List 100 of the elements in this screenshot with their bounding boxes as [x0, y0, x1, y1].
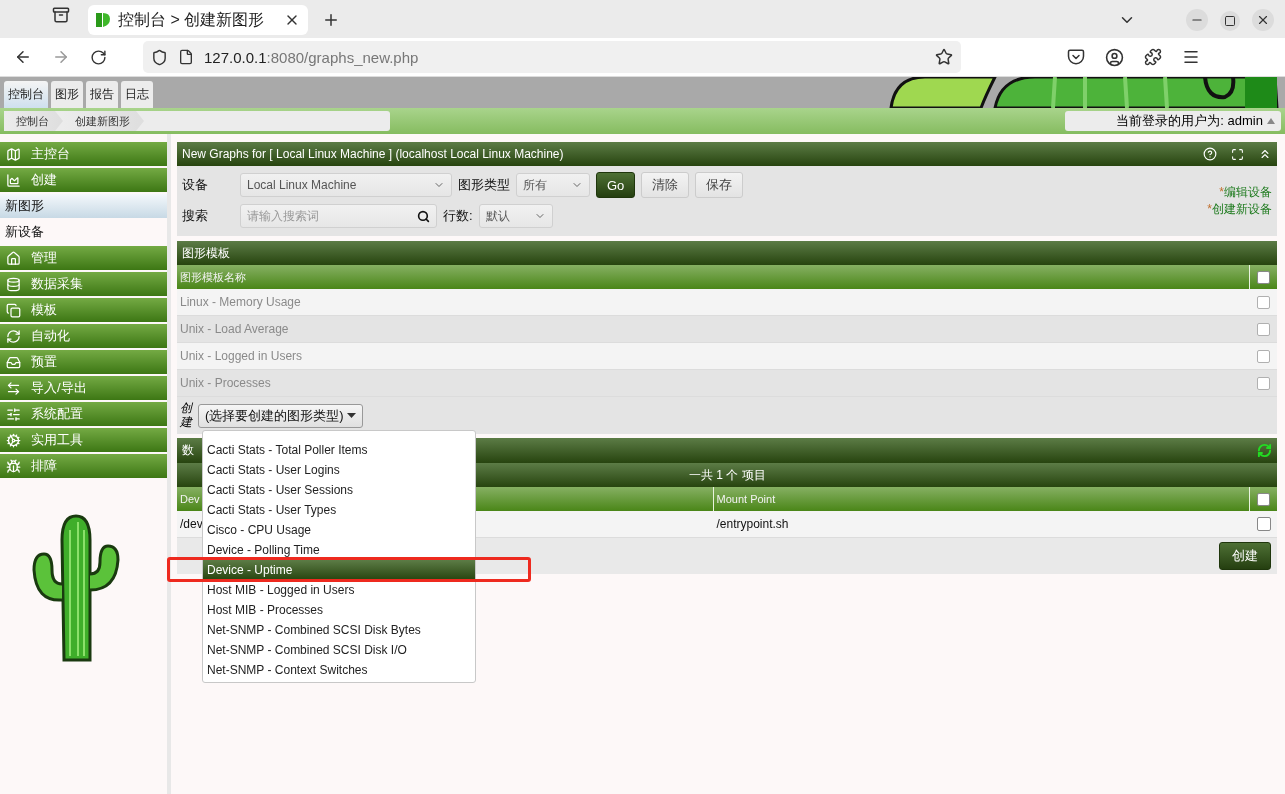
sidebar-label: 管理 — [31, 249, 57, 267]
rows-select[interactable]: 默认 — [478, 204, 553, 228]
select-all-checkbox[interactable] — [1257, 492, 1270, 506]
device-link[interactable]: *创建新设备 — [1207, 201, 1272, 218]
sidebar-section[interactable]: 模板 — [0, 298, 167, 322]
dropdown-option[interactable]: Net-SNMP - Combined SCSI Disk Bytes — [203, 620, 475, 640]
collapse-icon[interactable] — [1258, 147, 1272, 161]
graph-type-select[interactable]: 所有 — [516, 173, 590, 197]
sidebar-section[interactable]: 预置 — [0, 350, 167, 374]
copy-icon — [6, 302, 21, 318]
graph-template-select[interactable]: (选择要创建的图形类型) — [198, 403, 363, 428]
browser-tab[interactable]: 控制台 > 创建新图形 — [88, 5, 308, 35]
item-count: 一共 1 个 项目 — [689, 466, 766, 484]
menu-icon[interactable] — [1182, 48, 1200, 66]
top-tab[interactable]: 控制台 — [4, 81, 48, 108]
fullscreen-icon[interactable] — [1231, 147, 1244, 161]
row-checkbox[interactable] — [1257, 349, 1270, 363]
dropdown-option[interactable]: Device - Uptime — [203, 560, 475, 580]
minimize-icon[interactable] — [1186, 9, 1208, 31]
chart-icon — [6, 172, 21, 188]
sliders-icon — [6, 406, 21, 422]
forward-icon[interactable] — [52, 48, 70, 66]
breadcrumb-link[interactable]: 控制台 — [4, 111, 63, 131]
sidebar-label: 实用工具 — [31, 431, 83, 449]
dropdown-option[interactable]: Cacti Stats - Total Poller Items — [203, 440, 475, 460]
reload-icon[interactable] — [90, 48, 107, 66]
address-field[interactable]: 127.0.0.1:8080/graphs_new.php — [143, 41, 961, 73]
dropdown-option[interactable]: Net-SNMP - Combined SCSI Disk I/O — [203, 640, 475, 660]
device-select[interactable]: Local Linux Machine — [240, 173, 452, 197]
database-icon — [6, 276, 21, 292]
search-icon[interactable] — [417, 209, 430, 223]
page-icon — [178, 49, 194, 65]
section-title: 图形模板 — [182, 244, 230, 262]
sidebar-section[interactable]: 自动化 — [0, 324, 167, 348]
sidebar-section[interactable]: 主控台 — [0, 142, 167, 166]
sidebar-item[interactable]: 新图形 — [0, 194, 167, 218]
template-name: Unix - Processes — [179, 376, 272, 390]
url-text: 127.0.0.1:8080/graphs_new.php — [204, 48, 420, 66]
sidebar-section[interactable]: 数据采集 — [0, 272, 167, 296]
sidebar-section[interactable]: 实用工具 — [0, 428, 167, 452]
account-icon[interactable] — [1105, 47, 1124, 67]
filter-button[interactable]: 保存 — [695, 172, 744, 198]
sidebar-label: 系统配置 — [31, 405, 83, 423]
template-name: Unix - Load Average — [179, 322, 290, 336]
create-button[interactable]: 创建 — [1219, 542, 1271, 570]
help-icon[interactable] — [1203, 147, 1217, 161]
dropdown-option[interactable]: Cisco - CPU Usage — [203, 520, 475, 540]
bookmark-star-icon[interactable] — [935, 48, 953, 66]
top-tab[interactable]: 报告 — [86, 81, 118, 108]
maximize-icon[interactable] — [1220, 11, 1240, 31]
dropdown-option[interactable]: Device - Polling Time — [203, 540, 475, 560]
select-all-checkbox[interactable] — [1257, 270, 1270, 284]
arrows-icon — [6, 380, 21, 396]
row-checkbox[interactable] — [1257, 322, 1270, 336]
graph-type-label: 图形类型 — [458, 176, 510, 194]
map-icon — [6, 146, 21, 162]
sidebar-section[interactable]: 创建 — [0, 168, 167, 192]
sidebar-label: 导入/导出 — [31, 379, 87, 397]
back-icon[interactable] — [14, 48, 32, 66]
sidebar-section[interactable]: 导入/导出 — [0, 376, 167, 400]
new-tab-icon[interactable] — [322, 11, 340, 29]
create-label: 创建 — [180, 402, 192, 429]
refresh-icon — [6, 328, 21, 344]
sidebar-label: 创建 — [31, 171, 57, 189]
top-tab[interactable]: 图形 — [51, 81, 83, 108]
sidebar-label: 数据采集 — [31, 275, 83, 293]
rows-label: 行数: — [443, 207, 473, 225]
device-label: 设备 — [182, 176, 209, 194]
close-icon[interactable] — [1252, 9, 1274, 31]
sidebar-label: 主控台 — [31, 145, 70, 163]
table-cell: /entrypoint.sh — [716, 517, 789, 531]
extensions-icon[interactable] — [1144, 48, 1162, 66]
refresh-icon[interactable] — [1257, 443, 1272, 458]
top-tab[interactable]: 日志 — [121, 81, 153, 108]
template-name: Linux - Memory Usage — [179, 295, 302, 309]
caret-icon — [1267, 118, 1275, 124]
sidebar-section[interactable]: 排障 — [0, 454, 167, 478]
sidebar-section[interactable]: 系统配置 — [0, 402, 167, 426]
user-menu[interactable]: 当前登录的用户为: admin — [1065, 111, 1281, 131]
filter-button[interactable]: Go — [596, 172, 636, 198]
tab-overview-icon[interactable] — [52, 6, 70, 24]
dropdown-option[interactable]: Net-SNMP - Context Switches — [203, 660, 475, 680]
tab-title: 控制台 > 创建新图形 — [118, 9, 266, 30]
gears-icon — [6, 432, 21, 448]
sidebar-label: 预置 — [31, 353, 57, 371]
row-checkbox[interactable] — [1257, 376, 1270, 390]
home-icon — [6, 250, 21, 266]
sidebar-label: 排障 — [31, 457, 57, 475]
filter-button[interactable]: 清除 — [641, 172, 690, 198]
row-checkbox[interactable] — [1257, 295, 1270, 309]
sidebar-item[interactable]: 新设备 — [0, 220, 167, 244]
row-checkbox[interactable] — [1256, 517, 1271, 531]
dropdown-option[interactable]: Host MIB - Logged in Users — [203, 580, 475, 600]
table-cell: /dev — [180, 517, 203, 531]
pocket-icon[interactable] — [1067, 48, 1085, 66]
sidebar-label: 自动化 — [31, 327, 70, 345]
dropdown-option[interactable]: Host MIB - Processes — [203, 600, 475, 620]
dropdown-option[interactable]: Cacti Stats - User Logins — [203, 460, 475, 480]
device-link[interactable]: *编辑设备 — [1219, 184, 1272, 201]
bug-icon — [6, 458, 21, 474]
